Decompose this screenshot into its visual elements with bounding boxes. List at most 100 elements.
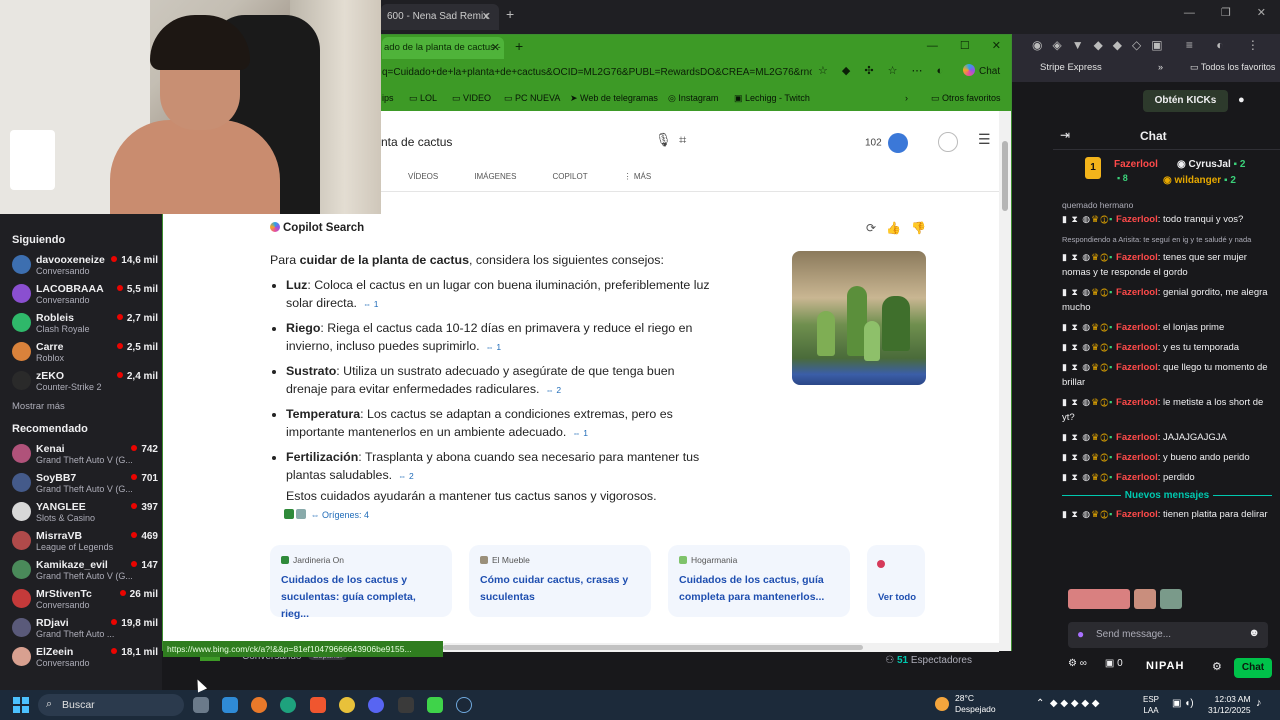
sidebar-channel-item[interactable]: RDjavi Grand Theft Auto ... 19,8 mil <box>0 613 162 642</box>
points-icon[interactable]: ▣ 0 <box>1105 658 1123 669</box>
clock[interactable]: 12:03 AM 31/12/2025 <box>1208 694 1251 716</box>
origins-link[interactable]: ⇔ Orígenes: 4 <box>284 509 369 520</box>
sidebar-channel-item[interactable]: Kenai Grand Theft Auto V (G... 742 <box>0 439 162 468</box>
chat-message[interactable]: ▮ ⧗ ◍♛⓵▪ Fazerlool: y bueno ando perido <box>1062 450 1272 465</box>
chat-message[interactable]: ▮ ⧗ ◍♛⓵▪ Fazerlool: JAJAJGAJGJA <box>1062 430 1272 445</box>
sidebar-channel-item[interactable]: zEKO Counter-Strike 2 2,4 mil <box>0 366 162 395</box>
sidebar-channel-item[interactable]: davooxeneize Conversando 14,6 mil <box>0 250 162 279</box>
rewards-counter[interactable]: 102 <box>865 133 908 153</box>
emote[interactable] <box>1134 589 1156 609</box>
cactus-image[interactable] <box>792 251 926 385</box>
steam-icon[interactable] <box>456 697 472 713</box>
other-bookmarks[interactable]: ▭ Otros favoritos <box>931 93 1001 104</box>
tab-images[interactable]: IMÁGENES <box>474 172 516 181</box>
chat-username[interactable]: Fazerlool <box>1116 509 1158 520</box>
brave-icon[interactable] <box>310 697 326 713</box>
sidebar-channel-item[interactable]: MrStivenTc Conversando 26 mil <box>0 584 162 613</box>
discord-icon[interactable] <box>368 697 384 713</box>
sidebar-channel-item[interactable]: LACOBRAAA Conversando 5,5 mil <box>0 279 162 308</box>
bookmark-item[interactable]: ▭ PC NUEVA <box>504 93 560 104</box>
chat-username[interactable]: Fazerlool <box>1116 452 1158 463</box>
account-icon[interactable]: ● <box>1238 94 1245 106</box>
see-all-card[interactable]: Ver todo <box>867 545 925 617</box>
taskbar-search[interactable]: ⌕ Buscar <box>38 694 184 716</box>
horizontal-scrollbar[interactable] <box>443 643 999 652</box>
bookmark-item[interactable]: ▭ LOL <box>409 93 437 104</box>
tab-copilot[interactable]: COPILOT <box>552 172 587 181</box>
maximize-icon[interactable]: ❐ <box>1221 7 1231 19</box>
bookmark-item[interactable]: ▭ VIDEO <box>452 93 491 104</box>
edge-tab[interactable]: ado de la planta de cactus - B ✕ <box>382 37 504 59</box>
chat-message[interactable]: ▮ ⧗ ◍♛⓵▪ Fazerlool: genial gordito, me a… <box>1062 285 1272 315</box>
network-volume-icons[interactable]: ▣ ◖) <box>1172 698 1194 709</box>
chat-message[interactable]: ▮ ⧗ ◍♛⓵▪ Fazerlool: y es tu temporada <box>1062 340 1272 355</box>
minimize-icon[interactable]: — <box>1184 7 1195 19</box>
chat-send-button[interactable]: Chat <box>1234 658 1272 678</box>
background-browser-tab[interactable]: 600 - Nena Sad Remix ✕ <box>381 4 499 30</box>
close-window-icon[interactable]: ✕ <box>1257 7 1266 19</box>
emote-picker-icon[interactable]: ☻ <box>1248 627 1260 639</box>
chat-username[interactable]: Fazerlool <box>1116 472 1158 483</box>
sidebar-channel-item[interactable]: SoyBB7 Grand Theft Auto V (G... 701 <box>0 468 162 497</box>
copilot-chat-button[interactable]: Chat <box>963 64 1000 77</box>
emote[interactable] <box>1068 589 1130 609</box>
task-view-icon[interactable] <box>193 697 209 713</box>
new-tab-icon[interactable]: + <box>515 38 523 54</box>
chat-username[interactable]: Fazerlool <box>1116 252 1158 263</box>
puzzle-icon[interactable]: ✣ <box>864 65 873 77</box>
edge-icon[interactable] <box>280 697 296 713</box>
kick-icon[interactable] <box>427 697 443 713</box>
settings-icon[interactable]: ⚙ <box>1212 660 1222 673</box>
chat-message[interactable]: ▮ ⧗ ◍♛⓵▪ Fazerlool: perdido <box>1062 470 1272 485</box>
search-box[interactable]: nta de cactus 🎙 ⌗ <box>373 126 703 156</box>
collections-icon[interactable]: ☆ <box>888 65 898 77</box>
mic-icon[interactable]: 🎙 <box>655 132 672 148</box>
sidebar-channel-item[interactable]: Robleis Clash Royale 2,7 mil <box>0 308 162 337</box>
visual-search-icon[interactable]: ⌗ <box>679 132 686 148</box>
source-card[interactable]: El Mueble Cómo cuidar cactus, crasas y s… <box>469 545 651 617</box>
chat-message[interactable]: ▮ ⧗ ◍♛⓵▪ Fazerlool: el lonjas prime <box>1062 320 1272 335</box>
chat-message[interactable]: ▮ ⧗ ◍♛⓵▪ Fazerlool: le metiste a los sho… <box>1062 395 1272 425</box>
favorite-star-icon[interactable]: ☆ <box>818 65 828 77</box>
chat-username[interactable]: Fazerlool <box>1116 214 1158 225</box>
close-icon[interactable]: ✕ <box>482 10 491 23</box>
url-field[interactable]: q=Cuidado+de+la+planta+de+cactus&OCID=ML… <box>382 63 812 83</box>
chat-username[interactable]: Fazerlool <box>1116 362 1158 373</box>
chat-message[interactable]: ▮ ⧗ ◍♛⓵▪ Fazerlool: que llego tu momento… <box>1062 360 1272 390</box>
vertical-scrollbar[interactable] <box>999 111 1011 651</box>
chat-username[interactable]: Fazerlool <box>1116 397 1158 408</box>
chat-input[interactable]: ● Send message... ☻ <box>1068 622 1268 648</box>
bookmark-stripe[interactable]: Stripe Express <box>1040 62 1102 73</box>
maximize-icon[interactable]: ☐ <box>960 40 970 52</box>
citation-link[interactable]: ⇔ 1 <box>572 424 588 442</box>
nipah-extension[interactable]: NIPAH <box>1146 660 1184 672</box>
chat-username[interactable]: Fazerlool <box>1116 432 1158 443</box>
chat-username[interactable]: Fazerlool <box>1116 342 1158 353</box>
gifter-3[interactable]: ◉ wildanger ▪ 2 <box>1163 175 1236 186</box>
weather-widget[interactable]: 28°C Despejado <box>935 693 996 715</box>
share-icon[interactable]: ⟳ <box>866 221 876 235</box>
bookmark-all[interactable]: ▭ Todos los favoritos <box>1190 62 1275 73</box>
source-card[interactable]: Hogarmania Cuidados de los cactus, guía … <box>668 545 850 617</box>
notification-bell-icon[interactable]: ♪ <box>1256 697 1262 709</box>
menu-icon[interactable]: ☰ <box>978 131 991 148</box>
emote[interactable] <box>1160 589 1182 609</box>
windows-start-icon[interactable] <box>13 697 29 713</box>
extension-icons[interactable]: ◉◈▼◆◆◇▣ ≡ ◐ ⋮ <box>1032 38 1269 52</box>
top-gifter-name[interactable]: Fazerlool <box>1114 159 1158 170</box>
collapse-chat-icon[interactable]: ⇥ <box>1060 128 1070 142</box>
chat-username[interactable]: Fazerlool <box>1116 322 1158 333</box>
chevron-right-icon[interactable]: » <box>1158 62 1163 72</box>
chrome-icon[interactable] <box>339 697 355 713</box>
profile-icon[interactable]: ◐ <box>936 65 943 77</box>
language-indicator[interactable]: ESP LAA <box>1143 694 1159 716</box>
gifter-2[interactable]: ◉ CyrusJal ▪ 2 <box>1177 159 1245 170</box>
chat-message[interactable]: ▮ ⧗ ◍♛⓵▪ Fazerlool: tenes que ser mujer … <box>1062 250 1272 280</box>
extension-icon[interactable]: ◆ <box>842 65 850 77</box>
bookmark-item[interactable]: ◎ Instagram <box>668 93 718 104</box>
more-icon[interactable]: ⋯ <box>911 65 922 77</box>
infinity-icon[interactable]: ⚙ ∞ <box>1068 658 1087 669</box>
chat-username[interactable]: Fazerlool <box>1116 287 1158 298</box>
search-query[interactable]: nta de cactus <box>381 135 452 149</box>
minimize-icon[interactable]: — <box>927 40 938 52</box>
